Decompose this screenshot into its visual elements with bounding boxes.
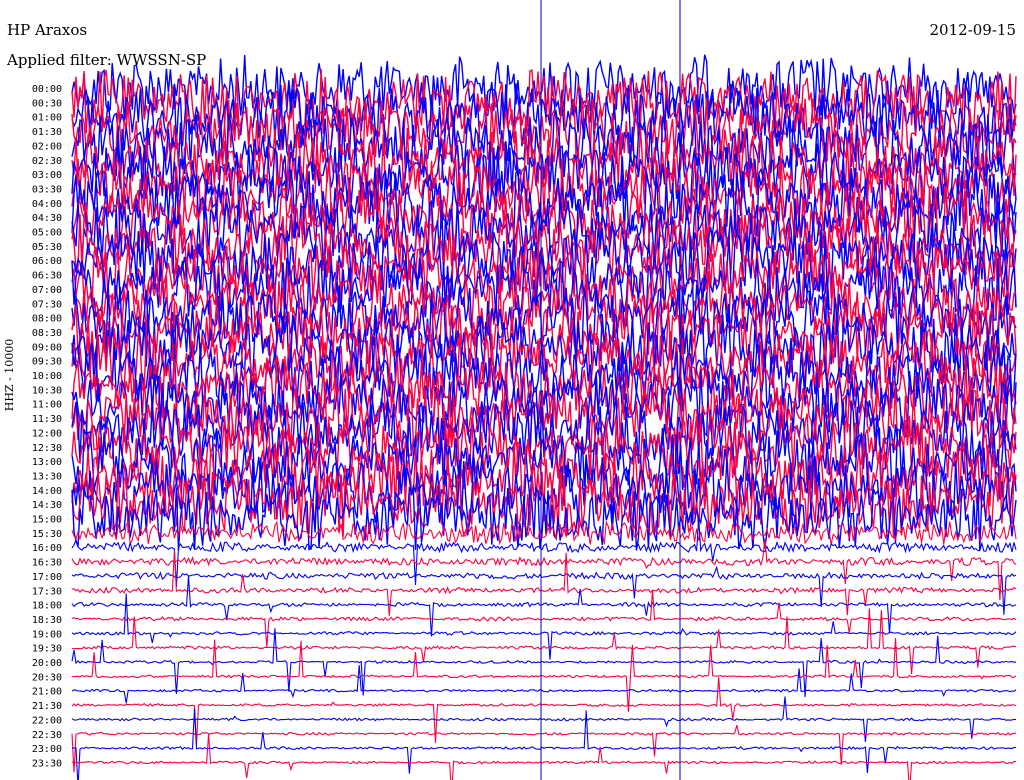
- row-label-0300: 03:00: [32, 170, 62, 181]
- seismogram-plot: 00:00 00:30 01:00 01:30 02:00 02:30 03:00 03:30…: [32, 0, 1017, 780]
- trace-2030: [71, 638, 1017, 712]
- row-label-1200: 12:00: [32, 428, 62, 439]
- trace-2200: [71, 696, 1017, 742]
- trace-1530: [71, 520, 1017, 547]
- row-label-1830: 18:30: [32, 615, 62, 626]
- trace-1830: [71, 589, 1017, 648]
- row-label-0930: 09:30: [32, 357, 62, 368]
- row-label-0500: 05:00: [32, 228, 62, 239]
- row-label-2030: 20:30: [32, 672, 62, 683]
- row-label-0200: 02:00: [32, 141, 62, 152]
- row-label-1000: 10:00: [32, 371, 62, 382]
- row-label-0630: 06:30: [32, 271, 62, 282]
- row-label-1130: 11:30: [32, 414, 62, 425]
- row-label-1400: 14:00: [32, 486, 62, 497]
- row-label-0000: 00:00: [32, 84, 62, 95]
- row-label-1430: 14:30: [32, 500, 62, 511]
- row-label-0130: 01:30: [32, 127, 62, 138]
- row-label-0800: 08:00: [32, 314, 62, 325]
- row-label-0730: 07:30: [32, 299, 62, 310]
- row-label-0900: 09:00: [32, 342, 62, 353]
- row-label-2130: 21:30: [32, 701, 62, 712]
- row-label-0030: 00:30: [32, 98, 62, 109]
- row-label-0100: 01:00: [32, 113, 62, 124]
- row-label-1500: 15:00: [32, 515, 62, 526]
- row-label-2330: 23:30: [32, 758, 62, 769]
- row-label-1700: 17:00: [32, 572, 62, 583]
- record-date: 2012-09-15: [929, 21, 1016, 39]
- trace-2330: [71, 733, 1017, 780]
- seismogram-traces: [71, 54, 1017, 780]
- row-label-1800: 18:00: [32, 601, 62, 612]
- station-title: HP Araxos: [7, 21, 88, 39]
- row-label-1330: 13:30: [32, 471, 62, 482]
- row-label-0830: 08:30: [32, 328, 62, 339]
- row-label-1730: 17:30: [32, 586, 62, 597]
- channel-axis-label: HHZ - 10000: [3, 338, 16, 412]
- row-label-0400: 04:00: [32, 199, 62, 210]
- row-label-0600: 06:00: [32, 256, 62, 267]
- row-label-1230: 12:30: [32, 443, 62, 454]
- row-label-0530: 05:30: [32, 242, 62, 253]
- row-label-2300: 23:00: [32, 744, 62, 755]
- row-label-1930: 19:30: [32, 644, 62, 655]
- row-label-1100: 11:00: [32, 400, 62, 411]
- row-label-2200: 22:00: [32, 715, 62, 726]
- row-label-0700: 07:00: [32, 285, 62, 296]
- trace-1800: [71, 576, 1017, 637]
- row-label-1600: 16:00: [32, 543, 62, 554]
- row-label-1630: 16:30: [32, 558, 62, 569]
- row-label-1030: 10:30: [32, 385, 62, 396]
- row-label-1530: 15:30: [32, 529, 62, 540]
- row-label-2230: 22:30: [32, 730, 62, 741]
- filter-label: Applied filter: WWSSN-SP: [7, 51, 207, 69]
- time-axis-labels: 00:00 00:30 01:00 01:30 02:00 02:30 03:00 03:30…: [32, 84, 62, 769]
- row-label-2100: 21:00: [32, 687, 62, 698]
- row-label-1900: 19:00: [32, 629, 62, 640]
- trace-2100: [71, 665, 1017, 704]
- row-label-0430: 04:30: [32, 213, 62, 224]
- row-label-2000: 20:00: [32, 658, 62, 669]
- row-label-0330: 03:30: [32, 184, 62, 195]
- row-label-1300: 13:00: [32, 457, 62, 468]
- row-label-0230: 02:30: [32, 156, 62, 167]
